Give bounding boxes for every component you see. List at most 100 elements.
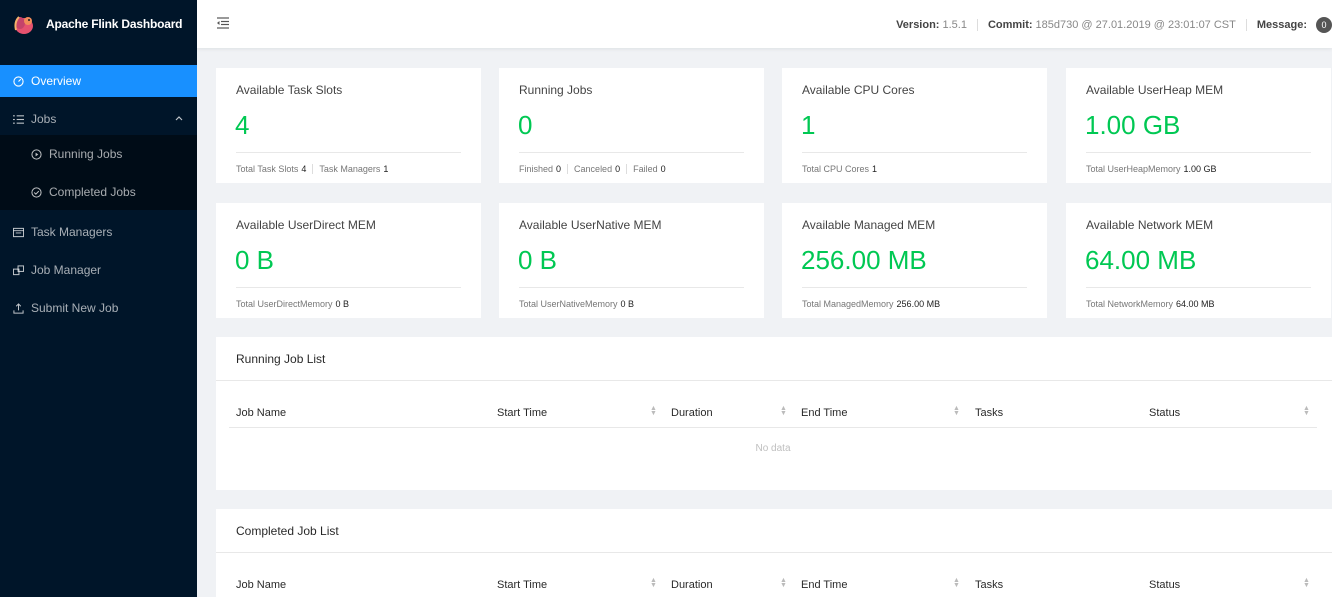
stat-value: 1.00 GB bbox=[1085, 110, 1181, 140]
version-label: Version: bbox=[896, 19, 940, 31]
commit-label: Commit: bbox=[987, 19, 1033, 31]
footer-value: 1 bbox=[872, 164, 878, 174]
running-jobs-table: Job Name Start Time ▲ ▼ Duration ▲ ▼ End T… bbox=[229, 381, 1317, 470]
stat-footer: Total Task Slots 4 Task Managers 1 bbox=[236, 164, 388, 174]
stat-title: Available UserDirect MEM bbox=[236, 218, 376, 232]
sidebar-item-job-manager[interactable]: Job Manager bbox=[0, 254, 197, 286]
footer-label: Canceled bbox=[574, 164, 613, 174]
stat-footer: Total UserHeapMemory 1.00 GB bbox=[1086, 164, 1217, 174]
stat-title: Available Managed MEM bbox=[802, 218, 936, 232]
stat-title: Available UserNative MEM bbox=[519, 218, 662, 232]
footer-value: 0 bbox=[615, 164, 621, 174]
sidebar-item-overview[interactable]: Overview bbox=[0, 65, 197, 97]
sort-icon[interactable]: ▲ ▼ bbox=[780, 577, 787, 589]
divider bbox=[236, 152, 461, 153]
sort-icon[interactable]: ▲ ▼ bbox=[953, 405, 960, 417]
stat-title: Available UserHeap MEM bbox=[1086, 83, 1224, 97]
sort-icon[interactable]: ▲ ▼ bbox=[780, 405, 787, 417]
column-header-end-time[interactable]: End Time bbox=[801, 579, 847, 591]
stat-footer: Total NetworkMemory 64.00 MB bbox=[1086, 299, 1215, 309]
sidebar-item-running-jobs[interactable]: Running Jobs bbox=[0, 138, 197, 170]
stat-card-network-mem: Available Network MEM 64.00 MB Total Net… bbox=[1066, 203, 1331, 318]
stat-value: 64.00 MB bbox=[1085, 245, 1197, 275]
column-header-end-time[interactable]: End Time bbox=[801, 407, 847, 419]
sidebar-item-label: Overview bbox=[31, 74, 82, 88]
build-icon bbox=[12, 264, 24, 276]
menu-fold-icon[interactable] bbox=[216, 16, 230, 30]
footer-label: Task Managers bbox=[319, 164, 381, 174]
completed-jobs-table: Job Name Start Time ▲ ▼ Duration ▲ ▼ End T… bbox=[229, 553, 1317, 597]
column-header-duration[interactable]: Duration bbox=[671, 579, 713, 591]
message-count-badge[interactable]: 0 bbox=[1316, 17, 1332, 33]
sort-icon[interactable]: ▲ ▼ bbox=[953, 577, 960, 589]
sort-icon[interactable]: ▲ ▼ bbox=[650, 405, 657, 417]
app-title: Apache Flink Dashboard bbox=[46, 17, 183, 31]
footer-value: 4 bbox=[301, 164, 307, 174]
divider bbox=[626, 164, 628, 174]
stat-value: 0 B bbox=[235, 245, 275, 275]
sidebar-item-label: Job Manager bbox=[31, 263, 102, 277]
sidebar-item-label: Completed Jobs bbox=[49, 185, 136, 199]
app-logo[interactable]: Apache Flink Dashboard bbox=[0, 0, 197, 48]
sort-icon[interactable]: ▲ ▼ bbox=[1303, 577, 1310, 589]
footer-label: Total UserHeapMemory bbox=[1086, 164, 1181, 174]
stat-card-userheap-mem: Available UserHeap MEM 1.00 GB Total Use… bbox=[1066, 68, 1331, 183]
stat-title: Running Jobs bbox=[519, 83, 593, 97]
sidebar-item-task-managers[interactable]: Task Managers bbox=[0, 216, 197, 248]
divider bbox=[802, 152, 1027, 153]
play-circle-icon bbox=[30, 148, 42, 160]
footer-label: Failed bbox=[633, 164, 658, 174]
stat-value: 0 B bbox=[518, 245, 558, 275]
footer-label: Total CPU Cores bbox=[802, 164, 870, 174]
sort-icon[interactable]: ▲ ▼ bbox=[1303, 405, 1310, 417]
panel-title: Running Job List bbox=[216, 337, 1332, 381]
version-value: 1.5.1 bbox=[942, 19, 967, 31]
sidebar: Apache Flink Dashboard Overview Jobs Run… bbox=[0, 0, 197, 597]
sidebar-item-jobs[interactable]: Jobs bbox=[0, 103, 197, 135]
list-icon bbox=[12, 113, 24, 125]
table-header: Job Name Start Time ▲ ▼ Duration ▲ ▼ End T… bbox=[229, 553, 1317, 597]
stat-footer: Total CPU Cores 1 bbox=[802, 164, 877, 174]
footer-value: 256.00 MB bbox=[896, 299, 941, 309]
footer-label: Total UserDirectMemory bbox=[236, 299, 333, 309]
divider bbox=[1245, 19, 1247, 31]
divider bbox=[519, 287, 744, 288]
divider bbox=[1086, 287, 1311, 288]
chevron-up-icon bbox=[175, 113, 183, 124]
schedule-icon bbox=[12, 226, 24, 238]
footer-value: 0 B bbox=[335, 299, 350, 309]
stat-title: Available Network MEM bbox=[1086, 218, 1214, 232]
message-label[interactable]: Message: bbox=[1257, 19, 1307, 31]
sidebar-item-label: Running Jobs bbox=[49, 147, 123, 161]
jobs-submenu: Running Jobs Completed Jobs bbox=[0, 135, 197, 210]
stat-footer: Total UserNativeMemory 0 B bbox=[519, 299, 634, 309]
column-header-status[interactable]: Status bbox=[1149, 579, 1180, 591]
empty-state-text: No data bbox=[755, 443, 791, 454]
stat-card-userdirect-mem: Available UserDirect MEM 0 B Total UserD… bbox=[216, 203, 481, 318]
footer-label: Finished bbox=[519, 164, 554, 174]
sidebar-item-completed-jobs[interactable]: Completed Jobs bbox=[0, 176, 197, 208]
stat-value: 0 bbox=[518, 110, 533, 140]
sidebar-item-submit-new-job[interactable]: Submit New Job bbox=[0, 292, 197, 324]
footer-label: Total NetworkMemory bbox=[1086, 299, 1174, 309]
sort-icon[interactable]: ▲ ▼ bbox=[650, 577, 657, 589]
stat-card-task-slots: Available Task Slots 4 Total Task Slots 4… bbox=[216, 68, 481, 183]
column-header-status[interactable]: Status bbox=[1149, 407, 1180, 419]
divider bbox=[519, 152, 744, 153]
footer-label: Total Task Slots bbox=[236, 164, 299, 174]
stat-title: Available Task Slots bbox=[236, 83, 343, 97]
commit-value: 185d730 @ 27.01.2019 @ 23:01:07 CST bbox=[1035, 19, 1236, 31]
stat-footer: Finished 0 Canceled 0 Failed 0 bbox=[519, 164, 666, 174]
stat-footer: Total UserDirectMemory 0 B bbox=[236, 299, 349, 309]
stat-card-running-jobs: Running Jobs 0 Finished 0 Canceled 0 Faile… bbox=[499, 68, 764, 183]
column-header-duration[interactable]: Duration bbox=[671, 407, 713, 419]
panel-title: Completed Job List bbox=[216, 509, 1332, 553]
column-header-start-time[interactable]: Start Time bbox=[497, 407, 547, 419]
sidebar-menu: Overview Jobs Running Jobs Completed Job… bbox=[0, 65, 197, 324]
divider bbox=[236, 287, 461, 288]
footer-label: Total UserNativeMemory bbox=[519, 299, 618, 309]
sidebar-item-label: Submit New Job bbox=[31, 301, 119, 315]
column-header-start-time[interactable]: Start Time bbox=[497, 579, 547, 591]
dashboard-icon bbox=[12, 75, 24, 87]
column-header-tasks: Tasks bbox=[975, 579, 1004, 591]
